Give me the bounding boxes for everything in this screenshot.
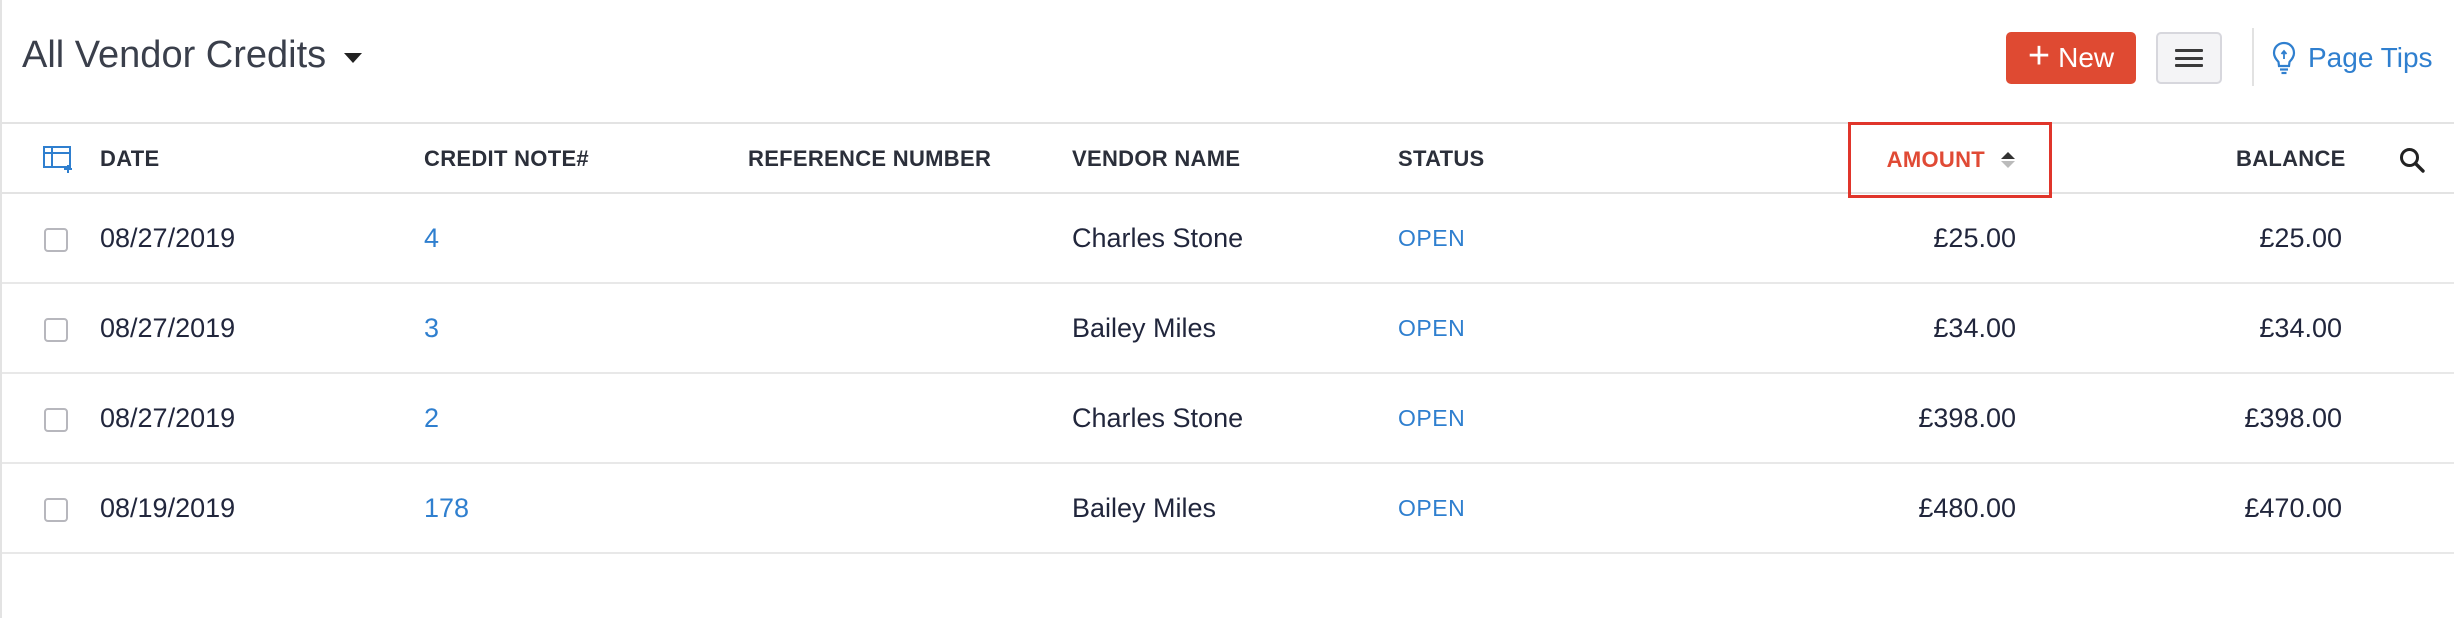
cell-status: OPEN bbox=[1398, 495, 1466, 521]
column-header-credit-note[interactable]: CREDIT NOTE# bbox=[424, 124, 589, 194]
cell-amount: £480.00 bbox=[1918, 493, 2016, 523]
cell-vendor: Charles Stone bbox=[1072, 223, 1244, 253]
hamburger-icon bbox=[2175, 49, 2203, 67]
cell-credit-note-link[interactable]: 4 bbox=[424, 194, 439, 282]
header-divider bbox=[2252, 28, 2254, 86]
new-button[interactable]: + New bbox=[2006, 32, 2136, 84]
table-row[interactable]: 08/19/2019 178 Bailey Miles OPEN £480.00… bbox=[2, 464, 2454, 554]
table-row[interactable]: 08/27/2019 3 Bailey Miles OPEN £34.00 £3… bbox=[2, 284, 2454, 374]
cell-amount: £25.00 bbox=[1933, 223, 2016, 253]
cell-vendor: Bailey Miles bbox=[1072, 313, 1217, 343]
lightbulb-icon bbox=[2272, 41, 2296, 75]
cell-balance: £25.00 bbox=[2259, 223, 2342, 253]
cell-balance: £470.00 bbox=[2244, 493, 2342, 523]
cell-credit-note-link[interactable]: 3 bbox=[424, 284, 439, 372]
more-options-button[interactable] bbox=[2156, 32, 2222, 84]
vendor-credits-table: DATE CREDIT NOTE# REFERENCE NUMBER VENDO… bbox=[2, 122, 2454, 554]
new-button-label: New bbox=[2058, 42, 2115, 73]
cell-status: OPEN bbox=[1398, 225, 1466, 251]
view-selector[interactable]: All Vendor Credits bbox=[22, 34, 363, 77]
cell-credit-note-link[interactable]: 2 bbox=[424, 374, 439, 462]
view-title: All Vendor Credits bbox=[22, 34, 327, 76]
sort-icon bbox=[2001, 152, 2015, 168]
cell-credit-note-link[interactable]: 178 bbox=[424, 464, 469, 552]
table-row[interactable]: 08/27/2019 4 Charles Stone OPEN £25.00 £… bbox=[2, 194, 2454, 284]
column-header-date[interactable]: DATE bbox=[100, 124, 159, 194]
cell-vendor: Charles Stone bbox=[1072, 403, 1244, 433]
column-header-reference[interactable]: REFERENCE NUMBER bbox=[748, 124, 991, 194]
search-icon[interactable] bbox=[2398, 146, 2426, 174]
column-header-status[interactable]: STATUS bbox=[1398, 124, 1485, 194]
cell-status: OPEN bbox=[1398, 405, 1466, 431]
cell-amount: £34.00 bbox=[1933, 313, 2016, 343]
column-header-amount-sorted[interactable]: AMOUNT bbox=[1848, 122, 2052, 198]
plus-icon: + bbox=[2027, 35, 2051, 77]
table-header: DATE CREDIT NOTE# REFERENCE NUMBER VENDO… bbox=[2, 122, 2454, 198]
table-row[interactable]: 08/27/2019 2 Charles Stone OPEN £398.00 … bbox=[2, 374, 2454, 464]
caret-down-icon bbox=[344, 52, 363, 63]
cell-date: 08/27/2019 bbox=[100, 223, 236, 253]
cell-status: OPEN bbox=[1398, 315, 1466, 341]
row-checkbox[interactable] bbox=[44, 498, 68, 522]
column-header-balance[interactable]: BALANCE bbox=[2236, 124, 2346, 194]
column-header-amount: AMOUNT bbox=[1886, 147, 1985, 172]
row-checkbox[interactable] bbox=[44, 318, 68, 342]
cell-balance: £34.00 bbox=[2259, 313, 2342, 343]
page-tips-label: Page Tips bbox=[2308, 42, 2433, 73]
cell-balance: £398.00 bbox=[2244, 403, 2342, 433]
row-checkbox[interactable] bbox=[44, 408, 68, 432]
row-checkbox[interactable] bbox=[44, 228, 68, 252]
column-header-vendor[interactable]: VENDOR NAME bbox=[1072, 124, 1240, 194]
vendor-credits-page: All Vendor Credits + New Page Tips DATE … bbox=[0, 0, 2454, 618]
cell-date: 08/19/2019 bbox=[100, 493, 236, 523]
page-tips-link[interactable]: Page Tips bbox=[2272, 34, 2433, 82]
cell-vendor: Bailey Miles bbox=[1072, 493, 1217, 523]
cell-amount: £398.00 bbox=[1918, 403, 2016, 433]
customize-columns-icon[interactable] bbox=[42, 144, 76, 174]
cell-date: 08/27/2019 bbox=[100, 313, 236, 343]
page-header: All Vendor Credits + New Page Tips bbox=[2, 0, 2454, 122]
cell-date: 08/27/2019 bbox=[100, 403, 236, 433]
